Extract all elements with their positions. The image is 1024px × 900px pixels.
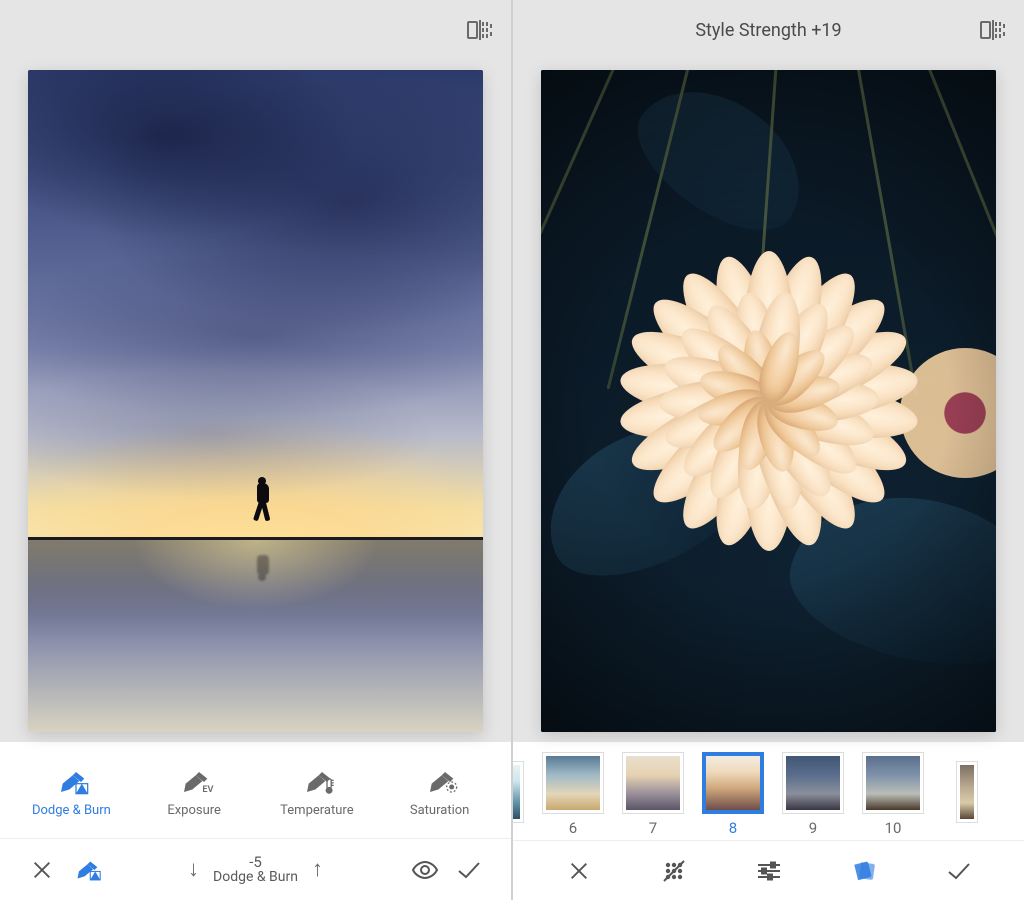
style-thumb-row[interactable]: 6 7 8 9 10	[513, 742, 1024, 840]
style-thumb-10[interactable]: 10	[863, 753, 923, 837]
tool-saturation[interactable]: Saturation	[378, 767, 501, 818]
cancel-button[interactable]	[555, 847, 603, 895]
style-thumb-9[interactable]: 9	[783, 753, 843, 837]
style-thumb-7[interactable]: 7	[623, 753, 683, 837]
cancel-button[interactable]	[20, 848, 64, 892]
topbar-left	[0, 0, 511, 60]
accept-button[interactable]	[935, 847, 983, 895]
tool-label: Temperature	[280, 803, 353, 818]
compare-icon[interactable]	[980, 18, 1006, 42]
tool-label: Exposure	[167, 803, 221, 818]
compare-icon[interactable]	[467, 18, 493, 42]
brush-tool-row: Dodge & Burn EV Exposure Temperature Sat…	[0, 742, 511, 838]
preview-icon[interactable]	[403, 848, 447, 892]
photo-canvas-left[interactable]	[28, 70, 483, 732]
tool-temperature[interactable]: Temperature	[256, 767, 379, 818]
photo-canvas-right[interactable]	[541, 70, 996, 732]
style-thumb-label: 8	[729, 819, 737, 837]
style-thumb-label: 6	[569, 819, 577, 837]
slider-label: Dodge & Burn	[213, 870, 298, 885]
phone-right: Style Strength +19	[511, 0, 1024, 900]
arrow-down-icon[interactable]: ↓	[188, 856, 199, 882]
slider-value: -5	[249, 854, 262, 871]
svg-text:EV: EV	[202, 785, 213, 795]
sliders-icon[interactable]	[745, 847, 793, 895]
active-brush-icon[interactable]	[64, 848, 108, 892]
style-thumb-label: 10	[885, 819, 902, 837]
subject-silhouette	[251, 477, 273, 525]
style-thumb-label: 9	[809, 819, 817, 837]
tool-label: Dodge & Burn	[32, 803, 111, 818]
tool-label: Saturation	[410, 803, 469, 818]
topbar-right: Style Strength +19	[513, 0, 1024, 60]
tool-exposure[interactable]: EV Exposure	[133, 767, 256, 818]
canvas-wrap-left	[0, 60, 511, 742]
tool-dodge-burn[interactable]: Dodge & Burn	[10, 767, 133, 818]
style-thumb-8[interactable]: 8	[703, 753, 763, 837]
phone-left: Dodge & Burn EV Exposure Temperature Sat…	[0, 0, 511, 900]
arrow-up-icon[interactable]: ↑	[312, 856, 323, 882]
style-thumb-label: 7	[649, 819, 657, 837]
slider-readout[interactable]: ↓ -5 Dodge & Burn ↑	[108, 854, 403, 886]
bottombar-right	[513, 840, 1024, 900]
topbar-title-right: Style Strength +19	[695, 20, 841, 41]
canvas-wrap-right	[513, 60, 1024, 742]
styles-icon[interactable]	[840, 847, 888, 895]
bottombar-left: ↓ -5 Dodge & Burn ↑	[0, 838, 511, 900]
mask-off-icon[interactable]	[650, 847, 698, 895]
accept-button[interactable]	[447, 848, 491, 892]
style-thumb-6[interactable]: 6	[543, 753, 603, 837]
